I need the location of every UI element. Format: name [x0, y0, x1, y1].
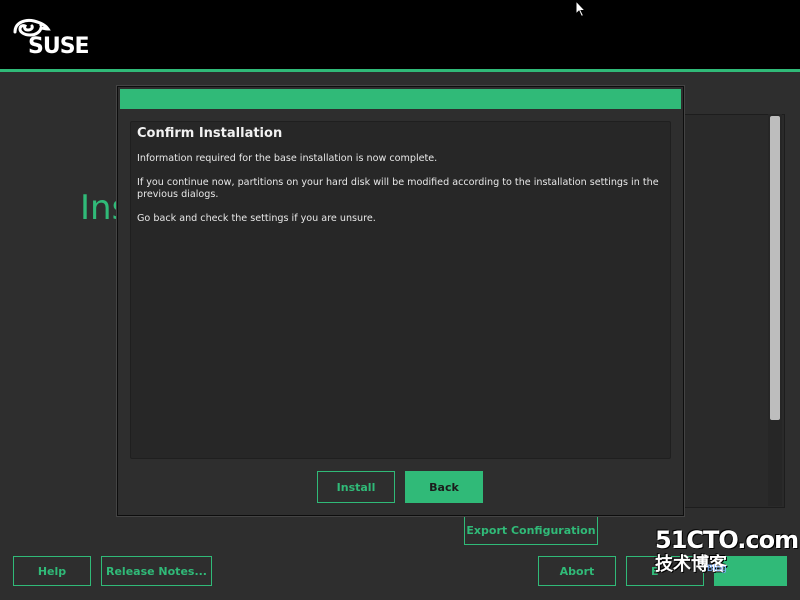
export-configuration-button[interactable]: Export Configuration — [464, 515, 598, 545]
dialog-paragraph-3: Go back and check the settings if you ar… — [137, 213, 376, 224]
top-accent-line — [0, 69, 800, 72]
watermark: 51CTO.com 技术博客 Blog — [655, 526, 799, 576]
install-button[interactable]: Install — [317, 471, 395, 503]
suse-logo: SUSE — [12, 16, 92, 59]
dialog-title: Confirm Installation — [137, 126, 283, 141]
dialog-title-bar — [120, 89, 681, 109]
confirm-installation-dialog: Confirm Installation Information require… — [117, 86, 684, 516]
dialog-paragraph-1: Information required for the base instal… — [137, 153, 438, 164]
watermark-line-3: Blog — [707, 564, 727, 574]
back-button[interactable]: Back — [405, 471, 483, 503]
dialog-content-area: Confirm Installation Information require… — [130, 121, 671, 459]
mouse-cursor-icon — [575, 0, 587, 22]
top-bar — [0, 0, 800, 69]
release-notes-button[interactable]: Release Notes... — [101, 556, 212, 586]
brand-name: SUSE — [28, 34, 90, 59]
help-button[interactable]: Help — [13, 556, 91, 586]
abort-button[interactable]: Abort — [538, 556, 616, 586]
scrollbar-thumb[interactable] — [770, 116, 780, 420]
dialog-paragraph-2: If you continue now, partitions on your … — [137, 177, 659, 200]
